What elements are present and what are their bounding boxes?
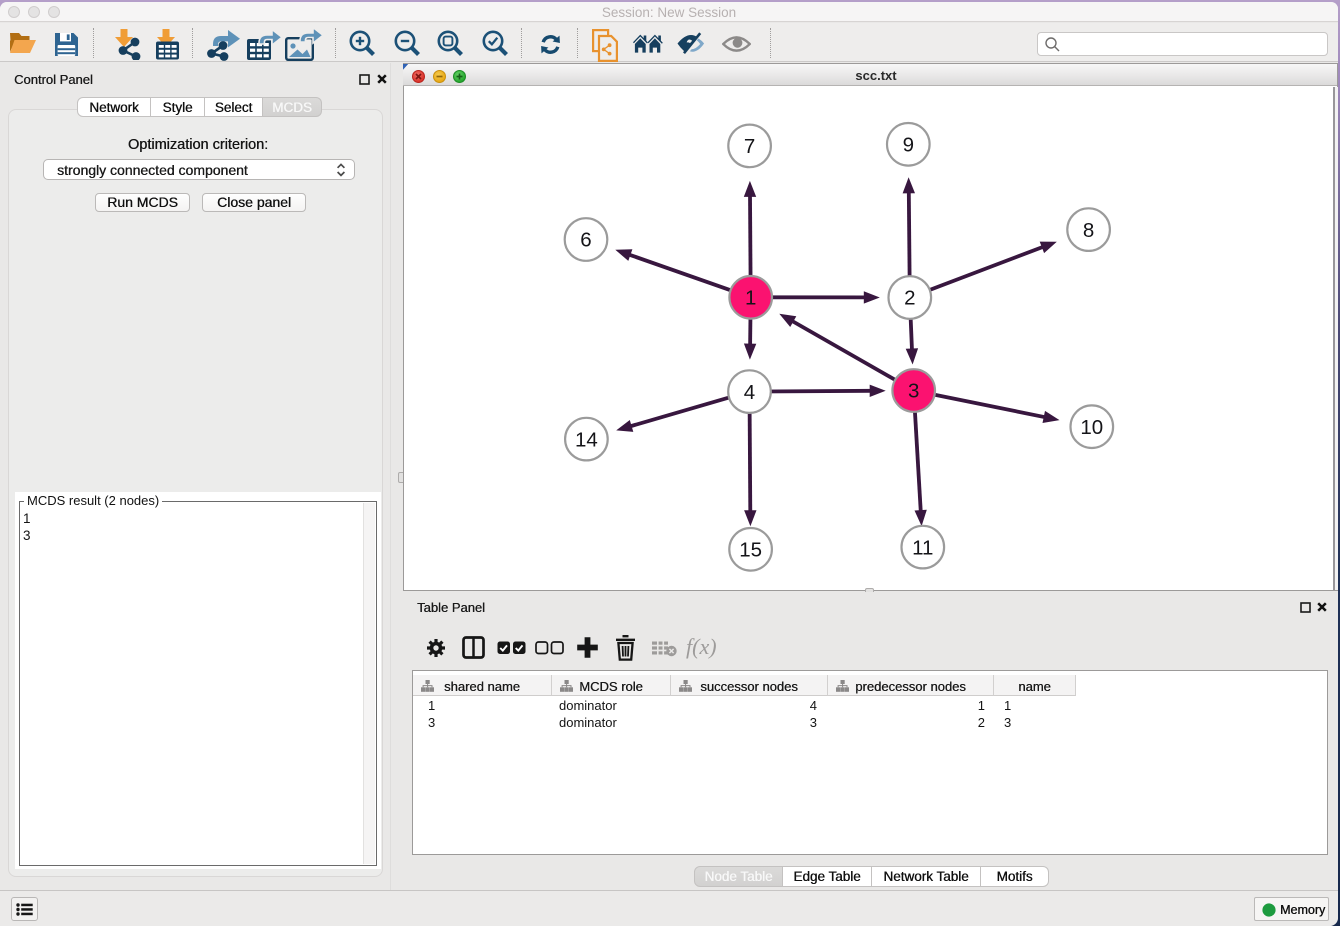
svg-text:2: 2	[904, 287, 915, 310]
svg-text:1: 1	[745, 287, 756, 310]
svg-text:15: 15	[739, 539, 762, 562]
svg-text:3: 3	[908, 380, 919, 403]
svg-text:14: 14	[575, 428, 598, 451]
svg-text:4: 4	[744, 381, 755, 404]
svg-text:8: 8	[1083, 219, 1094, 242]
svg-text:7: 7	[744, 135, 755, 158]
svg-text:9: 9	[903, 134, 914, 157]
svg-text:11: 11	[912, 536, 933, 559]
svg-text:10: 10	[1080, 416, 1103, 439]
svg-text:6: 6	[580, 229, 591, 252]
